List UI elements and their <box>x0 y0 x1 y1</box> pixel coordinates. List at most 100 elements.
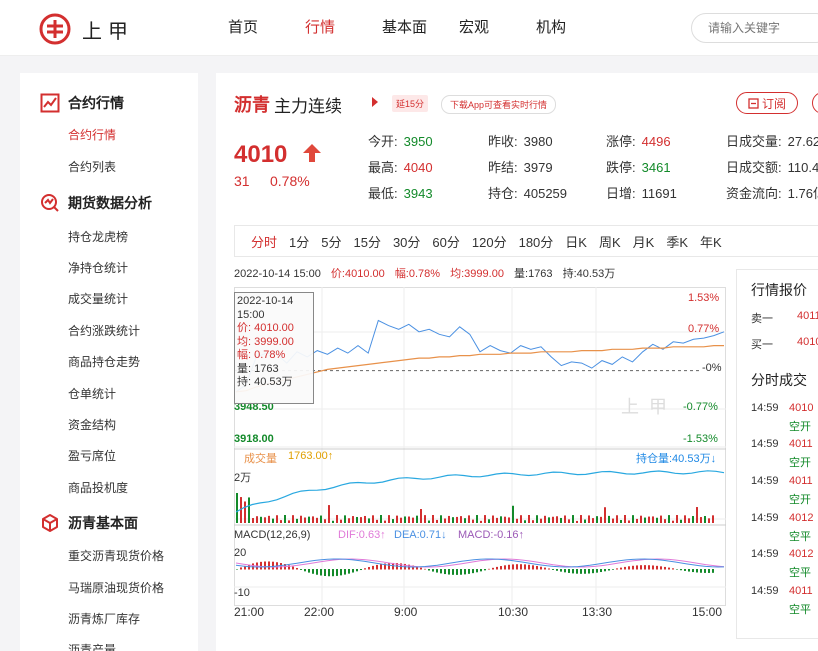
caret-right-icon[interactable] <box>372 97 378 107</box>
volume-bar <box>592 518 594 523</box>
tab-60min[interactable]: 60分 <box>432 232 459 251</box>
macd-bar <box>360 569 362 571</box>
sidebar-group-contract[interactable]: 合约行情 <box>40 93 124 113</box>
sidebar-item-pnl-seats[interactable]: 盈亏席位 <box>68 447 116 464</box>
y-right-label: -0.77% <box>683 401 718 413</box>
volume-bar <box>316 517 318 523</box>
volume-bar <box>264 517 266 523</box>
tab-intraday[interactable]: 分时 <box>251 232 277 251</box>
y-left-label: 3918.00 <box>234 433 274 445</box>
sidebar-item-speculation[interactable]: 商品投机度 <box>68 479 128 496</box>
tab-15min[interactable]: 15分 <box>353 232 380 251</box>
subscribe-button[interactable]: 订阅 <box>736 92 798 114</box>
nav-macro[interactable]: 宏观 <box>459 0 536 56</box>
volume-bar <box>248 497 250 523</box>
volume-bar <box>684 515 686 523</box>
volume-bar <box>356 516 358 523</box>
volume-bar <box>260 516 262 523</box>
macd-bar <box>684 569 686 571</box>
volume-bar <box>336 515 338 523</box>
nav-market[interactable]: 行情 <box>305 0 382 56</box>
stat-high: 最高: 4040 <box>368 160 433 175</box>
position-label: 持仓量:40.53万↓ <box>636 453 717 465</box>
macd-bar <box>580 569 582 574</box>
volume-bar <box>676 515 678 523</box>
sidebar-item-warrant-stats[interactable]: 仓单统计 <box>68 385 116 402</box>
contract-type[interactable]: 主力连续 <box>274 92 342 117</box>
macd-bar <box>356 569 358 572</box>
trade-price: 4012 <box>789 548 814 560</box>
macd-bar <box>380 564 382 570</box>
macd-bar <box>436 569 438 573</box>
dif-label: DIF:0.63↑ <box>338 529 386 541</box>
macd-bar <box>492 567 494 570</box>
sidebar-group-fundamentals[interactable]: 沥青基本面 <box>40 513 138 533</box>
macd-bar <box>512 564 514 570</box>
macd-bar <box>544 567 546 570</box>
macd-bar <box>600 569 602 573</box>
tab-5min[interactable]: 5分 <box>321 232 341 251</box>
sidebar-item-volume-stats[interactable]: 成交量统计 <box>68 290 128 307</box>
sidebar-item-position-trend[interactable]: 商品持仓走势 <box>68 353 140 370</box>
tab-yearly[interactable]: 年K <box>700 232 722 251</box>
volume-bar <box>340 519 342 523</box>
main-nav: 首页 行情 基本面 宏观 机构 <box>228 0 613 56</box>
logo[interactable]: 上甲 <box>38 12 134 46</box>
sidebar-group-analysis[interactable]: 期货数据分析 <box>40 193 152 213</box>
volume-bar <box>480 520 482 523</box>
up-arrow-icon <box>303 144 321 162</box>
volume-bar <box>332 520 334 523</box>
volume-bar <box>404 516 406 523</box>
volume-bar <box>308 516 310 523</box>
sidebar-item-output[interactable]: 沥青产量 <box>68 641 116 651</box>
nav-fundamentals[interactable]: 基本面 <box>382 0 459 56</box>
macd-tick: 20 <box>234 547 247 559</box>
y-right-label: -1.53% <box>683 433 718 445</box>
tab-daily[interactable]: 日K <box>565 232 587 251</box>
volume-bar <box>628 520 630 523</box>
volume-bar <box>408 516 410 523</box>
macd-bar <box>608 569 610 571</box>
macd-bar <box>480 569 482 572</box>
volume-bar <box>380 515 382 523</box>
sidebar-item-change-stats[interactable]: 合约涨跌统计 <box>68 322 140 339</box>
tab-180min[interactable]: 180分 <box>519 232 554 251</box>
sidebar-item-fund-structure[interactable]: 资金结构 <box>68 416 116 433</box>
sidebar-item-position-rank[interactable]: 持仓龙虎榜 <box>68 228 128 245</box>
panel-title-trades: 分时成交 <box>751 372 807 388</box>
search-input[interactable] <box>691 13 818 43</box>
nav-institutions[interactable]: 机构 <box>536 0 613 56</box>
macd-bar <box>448 569 450 575</box>
sidebar-item-contract-list[interactable]: 合约列表 <box>68 158 116 175</box>
trade-time: 14:59 <box>751 402 779 414</box>
trade-time: 14:59 <box>751 585 779 597</box>
trade-action: 空平 <box>789 604 811 616</box>
macd-bar <box>300 569 302 570</box>
app-download-badge[interactable]: 下载App可查看实时行情 <box>441 95 557 114</box>
volume-bar <box>692 516 694 523</box>
macd-bar <box>372 565 374 570</box>
y-right-label: -0% <box>702 362 722 374</box>
volume-bar <box>352 516 354 523</box>
tab-weekly[interactable]: 周K <box>599 232 621 251</box>
volume-bar <box>456 516 458 523</box>
sidebar-item-spot-price[interactable]: 重交沥青现货价格 <box>68 547 164 564</box>
macd-bar <box>560 569 562 572</box>
more-button[interactable] <box>812 92 818 114</box>
sidebar-item-crude-price[interactable]: 马瑞原油现货价格 <box>68 579 164 596</box>
tab-30min[interactable]: 30分 <box>393 232 420 251</box>
volume-bar <box>672 520 674 523</box>
trade-action: 空开 <box>789 457 811 469</box>
sell-label: 卖一 <box>751 313 773 325</box>
x-label: 9:00 <box>394 605 418 619</box>
sidebar-item-contract-quote[interactable]: 合约行情 <box>68 126 116 143</box>
sidebar-item-refinery-stock[interactable]: 沥青炼厂库存 <box>68 610 140 627</box>
sidebar-item-net-position[interactable]: 净持仓统计 <box>68 259 128 276</box>
volume-bar <box>372 515 374 523</box>
macd-bar <box>588 569 590 574</box>
tab-120min[interactable]: 120分 <box>472 232 507 251</box>
tab-monthly[interactable]: 月K <box>633 232 655 251</box>
tab-quarterly[interactable]: 季K <box>666 232 688 251</box>
nav-home[interactable]: 首页 <box>228 0 305 56</box>
tab-1min[interactable]: 1分 <box>289 232 309 251</box>
